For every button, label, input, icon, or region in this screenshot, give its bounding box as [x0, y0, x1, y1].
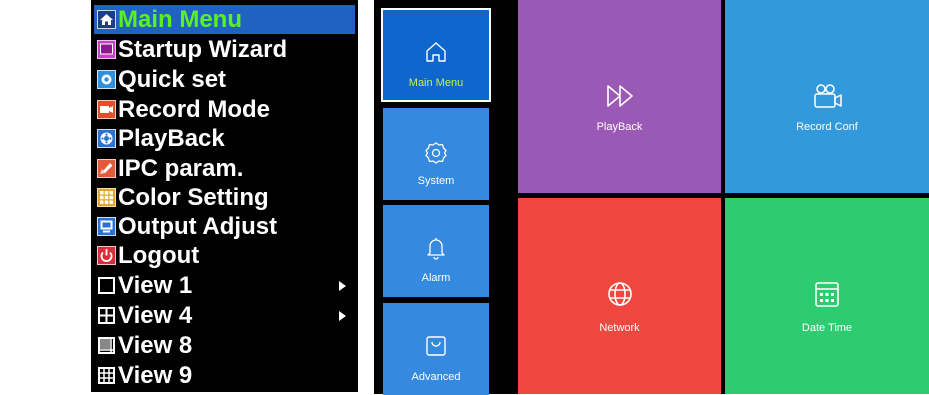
menu-item-label: Quick set	[118, 66, 227, 93]
calendar-icon	[815, 282, 839, 307]
menu-item-label: Record Mode	[118, 96, 271, 123]
view4-icon	[97, 306, 116, 325]
tile-label: PlayBack	[596, 121, 643, 133]
menu-item-ipc-param[interactable]: IPC param.	[94, 154, 355, 183]
quick-set-icon	[97, 70, 116, 89]
wizard-icon	[97, 40, 116, 59]
menu-item-view-4[interactable]: View 4	[94, 301, 355, 330]
home-icon	[97, 10, 116, 29]
menu-item-label: Output Adjust	[118, 213, 278, 240]
menu-item-main-menu[interactable]: Main Menu	[94, 5, 355, 34]
menu-item-startup-wizard[interactable]: Startup Wizard	[94, 35, 355, 64]
tile-label: Date Time	[801, 322, 853, 334]
tile-label: Network	[599, 322, 640, 334]
home-icon	[426, 42, 446, 62]
menu-item-label: View 1	[118, 272, 193, 299]
video-camera-icon	[814, 84, 842, 108]
context-menu: Main Menu Startup Wizard Quick set Recor…	[91, 0, 358, 392]
tile-label: Record Conf	[796, 121, 858, 133]
sidebar-item-advanced[interactable]: Advanced	[383, 303, 489, 395]
bag-icon	[426, 336, 446, 356]
fast-forward-icon	[606, 85, 633, 107]
submenu-arrow-icon	[335, 280, 349, 291]
submenu-arrow-icon	[335, 310, 349, 321]
sidebar-item-label: Alarm	[421, 272, 451, 284]
menu-item-view-9[interactable]: View 9	[94, 361, 355, 390]
menu-item-label: View 9	[118, 362, 193, 389]
menu-item-color-setting[interactable]: Color Setting	[94, 183, 355, 212]
sidebar-item-main-menu[interactable]: Main Menu	[381, 8, 491, 102]
ipc-param-icon	[97, 159, 116, 178]
sidebar-item-system[interactable]: System	[383, 108, 489, 200]
bell-icon	[427, 238, 445, 260]
view9-icon	[97, 366, 116, 385]
menu-item-record-mode[interactable]: Record Mode	[94, 95, 355, 124]
menu-item-label: Startup Wizard	[118, 36, 288, 63]
menu-item-view-1[interactable]: View 1	[94, 271, 355, 300]
menu-item-label: Logout	[118, 242, 200, 269]
menu-item-label: View 4	[118, 302, 193, 329]
menu-item-label: View 8	[118, 332, 193, 359]
record-icon	[97, 100, 116, 119]
menu-item-label: Main Menu	[118, 6, 242, 33]
sidebar-item-label: Main Menu	[408, 77, 464, 89]
tile-network[interactable]: Network	[518, 198, 721, 394]
view1-icon	[97, 276, 116, 295]
color-grid-icon	[97, 188, 116, 207]
power-icon	[97, 246, 116, 265]
menu-item-label: Color Setting	[118, 184, 269, 211]
menu-item-label: PlayBack	[118, 125, 225, 152]
menu-item-quick-set[interactable]: Quick set	[94, 65, 355, 94]
tile-date-time[interactable]: Date Time	[725, 198, 929, 394]
menu-item-output-adjust[interactable]: Output Adjust	[94, 212, 355, 241]
sidebar-item-label: Advanced	[411, 371, 461, 383]
menu-item-logout[interactable]: Logout	[94, 241, 355, 270]
menu-item-playback[interactable]: PlayBack	[94, 124, 355, 153]
menu-item-view-8[interactable]: View 8	[94, 331, 355, 360]
monitor-icon	[97, 217, 116, 236]
sidebar-item-label: System	[417, 175, 455, 187]
view8-icon	[97, 336, 116, 355]
gear-icon	[425, 142, 447, 164]
tile-playback[interactable]: PlayBack	[518, 0, 721, 193]
globe-icon	[607, 282, 632, 306]
menu-item-label: IPC param.	[118, 155, 244, 182]
sidebar-item-alarm[interactable]: Alarm	[383, 205, 489, 297]
tile-record-conf[interactable]: Record Conf	[725, 0, 929, 193]
playback-icon	[97, 129, 116, 148]
dvr-main-menu: Main Menu System Alarm Advanced PlayBack	[374, 0, 929, 395]
